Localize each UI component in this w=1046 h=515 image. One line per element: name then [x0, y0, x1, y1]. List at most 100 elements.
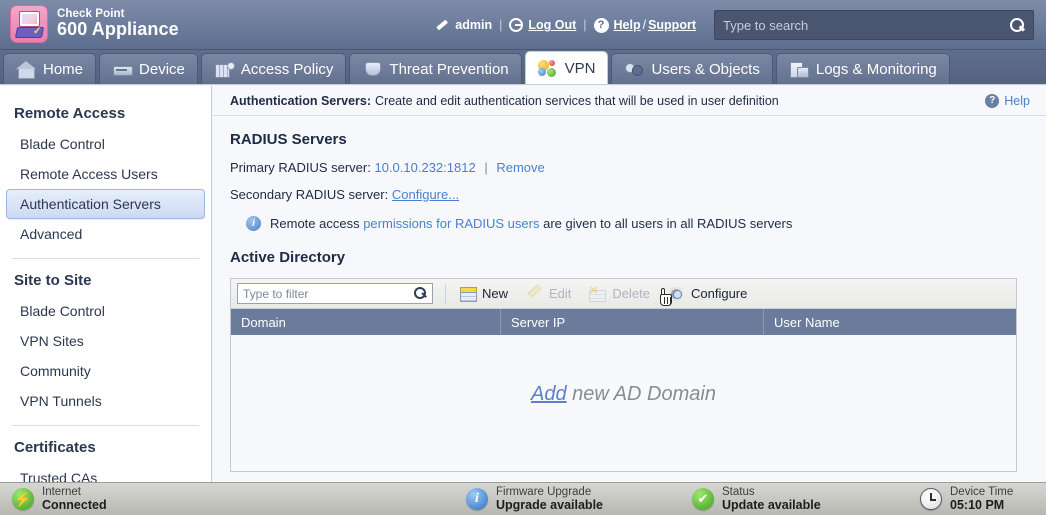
tab-label: Home	[43, 60, 84, 78]
content-header: Authentication Servers: Create and edit …	[213, 86, 1046, 116]
active-directory-title: Active Directory	[230, 249, 346, 266]
slash: /	[642, 18, 647, 32]
primary-radius-label: Primary RADIUS server:	[230, 160, 371, 175]
device-icon	[112, 61, 134, 78]
logout-link[interactable]: Log Out	[528, 18, 576, 32]
sidebar: Remote Access Blade Control Remote Acces…	[0, 86, 212, 482]
bolt-icon	[12, 488, 34, 510]
question-circle-icon: ?	[985, 93, 1000, 108]
tab-label: Logs & Monitoring	[815, 60, 937, 78]
note-pre: Remote access	[270, 216, 364, 231]
delete-label: Delete	[612, 286, 650, 301]
sidebar-item-trusted-cas[interactable]: Trusted CAs	[6, 463, 205, 482]
status-title: Firmware Upgrade	[496, 485, 592, 498]
filter-input[interactable]	[243, 286, 414, 301]
checkpoint-logo-icon: ✓	[10, 5, 48, 43]
tab-access-policy[interactable]: Access Policy	[200, 53, 347, 84]
help-link[interactable]: Help	[614, 18, 641, 32]
configure-label: Configure	[691, 286, 748, 301]
sidebar-item-vpn-tunnels[interactable]: VPN Tunnels	[6, 386, 205, 416]
column-header-domain[interactable]: Domain	[231, 309, 501, 335]
status-bar: Internet Connected Firmware Upgrade Upgr…	[0, 482, 1046, 515]
info-icon: i	[246, 216, 261, 231]
toolbar-divider	[445, 283, 446, 304]
secondary-radius-configure-link[interactable]: Configure...	[392, 187, 459, 202]
status-update-status[interactable]: Status Update available	[692, 486, 821, 512]
app-window: ✓ Check Point 600 Appliance admin | Log …	[0, 0, 1046, 515]
primary-radius-remove-link[interactable]: Remove	[496, 160, 544, 175]
shield-icon	[362, 61, 382, 78]
search-icon[interactable]	[414, 287, 427, 300]
tab-label: Device	[139, 60, 185, 78]
new-label: New	[482, 286, 509, 301]
radius-permissions-link[interactable]: permissions for RADIUS users	[363, 216, 539, 231]
radius-permissions-note: i Remote access permissions for RADIUS u…	[213, 202, 1046, 231]
brand: ✓ Check Point 600 Appliance	[10, 5, 179, 43]
tab-label: Users & Objects	[651, 60, 760, 78]
support-link[interactable]: Support	[648, 18, 696, 32]
tab-logs-monitoring[interactable]: Logs & Monitoring	[775, 53, 950, 84]
primary-radius-value-link[interactable]: 10.0.10.232:1812	[374, 160, 475, 175]
note-text: Remote access permissions for RADIUS use…	[270, 216, 792, 231]
add-ad-domain-link[interactable]: Add	[531, 383, 567, 405]
users-icon	[624, 61, 644, 78]
sidebar-item-blade-control-s2s[interactable]: Blade Control	[6, 296, 205, 326]
status-value: Connected	[42, 498, 107, 513]
username-label: admin	[455, 18, 493, 32]
tab-vpn[interactable]: VPN	[524, 51, 609, 84]
access-policy-icon	[214, 61, 235, 78]
filter-field[interactable]	[237, 283, 433, 304]
tab-label: Access Policy	[240, 60, 334, 78]
check-icon	[692, 488, 714, 510]
tab-home[interactable]: Home	[3, 53, 97, 84]
global-search[interactable]	[714, 10, 1034, 40]
tab-threat-prevention[interactable]: Threat Prevention	[349, 53, 522, 84]
sidebar-item-blade-control[interactable]: Blade Control	[6, 129, 205, 159]
delete-icon	[589, 282, 607, 302]
status-internet[interactable]: Internet Connected	[12, 486, 107, 513]
configure-button[interactable]: Configure	[659, 282, 756, 306]
table-header-row: Domain Server IP User Name	[231, 309, 1016, 335]
primary-radius-row: Primary RADIUS server: 10.0.10.232:1812 …	[213, 148, 1046, 175]
page-title: Authentication Servers:	[230, 93, 372, 108]
help-label: Help	[1004, 93, 1030, 108]
divider: |	[484, 160, 488, 175]
divider: |	[583, 18, 587, 32]
sidebar-item-community[interactable]: Community	[6, 356, 205, 386]
empty-state-row: Add new AD Domain	[231, 383, 1016, 406]
sidebar-item-remote-access-users[interactable]: Remote Access Users	[6, 159, 205, 189]
active-directory-table: New Edit Delete Configure Domain Server …	[230, 278, 1017, 472]
question-circle-icon: ?	[593, 17, 609, 33]
sidebar-item-advanced[interactable]: Advanced	[6, 219, 205, 249]
column-header-user-name[interactable]: User Name	[764, 309, 1016, 335]
note-post: are given to all users in all RADIUS ser…	[539, 216, 793, 231]
search-icon[interactable]	[1010, 17, 1025, 33]
app-header: ✓ Check Point 600 Appliance admin | Log …	[0, 0, 1046, 50]
column-header-server-ip[interactable]: Server IP	[501, 309, 764, 335]
table-toolbar: New Edit Delete Configure	[231, 279, 1016, 309]
status-device-time[interactable]: Device Time 05:10 PM	[920, 485, 1014, 512]
tab-label: VPN	[564, 59, 596, 77]
pencil-icon	[435, 19, 449, 31]
tab-device[interactable]: Device	[99, 53, 198, 84]
brand-line2: 600 Appliance	[57, 19, 179, 40]
tab-label: Threat Prevention	[389, 60, 509, 78]
home-icon	[16, 60, 36, 79]
header-right: admin | Log Out | ? Help / Support	[435, 0, 1046, 50]
radius-section-title: RADIUS Servers	[230, 131, 347, 148]
power-icon	[509, 18, 524, 32]
new-button[interactable]: New	[450, 282, 517, 306]
sidebar-divider	[12, 258, 199, 259]
status-firmware-upgrade[interactable]: Firmware Upgrade Upgrade available	[466, 485, 603, 513]
tab-users-objects[interactable]: Users & Objects	[611, 53, 773, 84]
sidebar-item-authentication-servers[interactable]: Authentication Servers	[6, 189, 205, 219]
sidebar-group-remote-access: Remote Access	[14, 105, 126, 122]
info-icon	[466, 488, 488, 510]
clock-icon	[920, 488, 942, 510]
sidebar-item-vpn-sites[interactable]: VPN Sites	[6, 326, 205, 356]
status-title: Device Time	[950, 485, 1014, 498]
status-value: Upgrade available	[496, 498, 603, 513]
content-help-link[interactable]: ? Help	[985, 93, 1030, 108]
header-links: admin | Log Out | ? Help / Support	[435, 17, 696, 33]
search-input[interactable]	[723, 17, 1010, 33]
